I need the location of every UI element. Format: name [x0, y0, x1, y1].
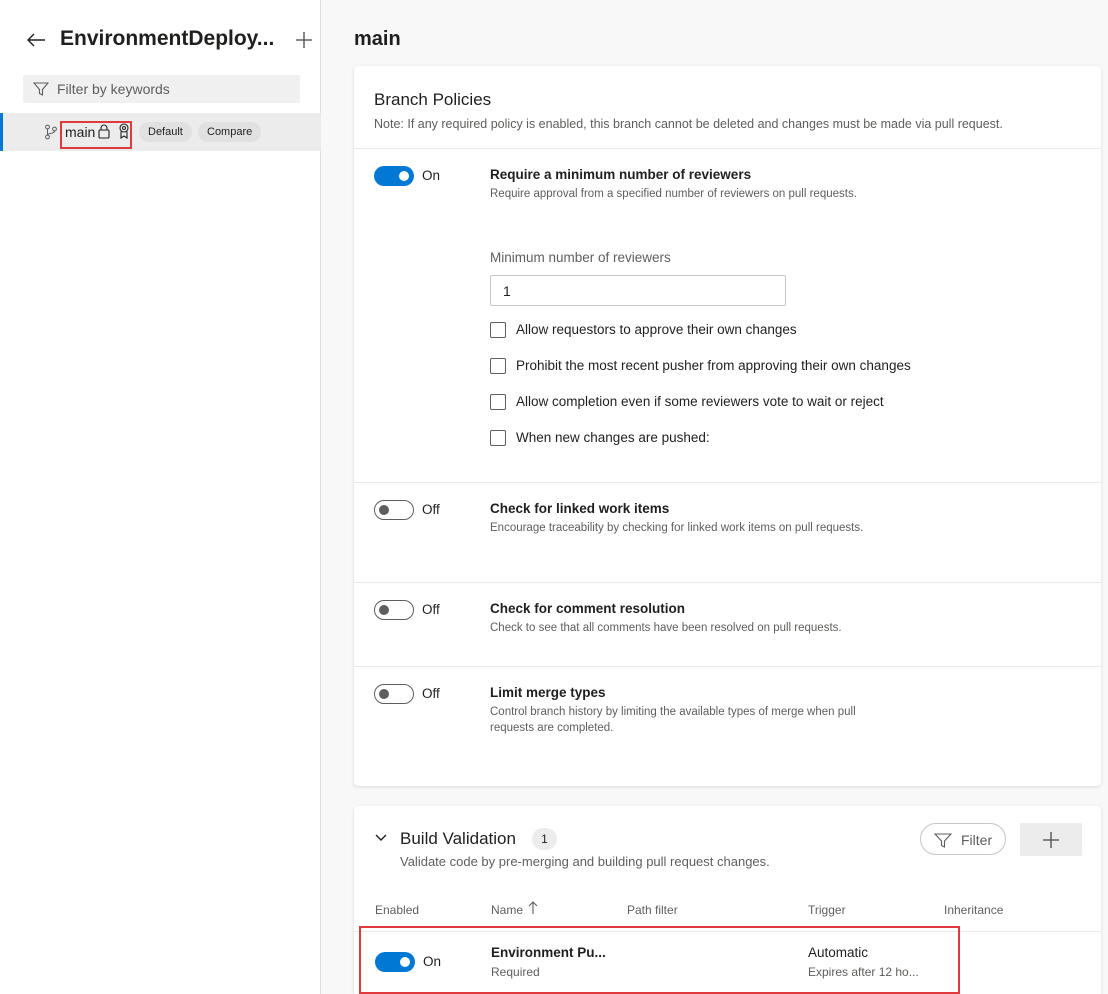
branch-item-main[interactable]: main Default Compare [0, 113, 321, 151]
policy-description: Control branch history by limiting the a… [490, 706, 856, 734]
checkbox-label: Allow completion even if some reviewers … [516, 394, 884, 409]
build-policy-requirement: Required [491, 965, 540, 979]
checkbox[interactable] [490, 394, 506, 410]
checkbox-label: Allow requestors to approve their own ch… [516, 322, 797, 337]
divider [354, 582, 1101, 583]
toggle-state: Off [422, 686, 440, 701]
column-header-enabled: Enabled [375, 903, 420, 917]
column-header-trigger: Trigger [808, 903, 846, 917]
policy-title: Limit merge types [490, 685, 606, 700]
divider [354, 666, 1101, 667]
plus-icon [296, 32, 312, 48]
divider [354, 148, 1101, 149]
lock-icon [98, 124, 110, 139]
policy-description: Encourage traceability by checking for l… [490, 522, 864, 534]
chevron-down-icon[interactable] [374, 833, 388, 843]
build-policy-trigger: Automatic [808, 945, 869, 960]
arrow-up-icon [528, 901, 538, 914]
policy-badge-icon [119, 123, 129, 139]
page-title: main [354, 28, 401, 50]
toggle-state: On [422, 168, 441, 183]
branch-policies-card: Branch Policies Note: If any required po… [354, 66, 1101, 786]
column-header-inheritance: Inheritance [944, 903, 1004, 917]
checkbox-label: Prohibit the most recent pusher from app… [516, 358, 911, 373]
policy-title: Check for linked work items [490, 501, 670, 516]
column-header-path-filter: Path filter [627, 903, 678, 917]
sidebar-header: EnvironmentDeploy... [0, 0, 321, 78]
toggle-state: On [423, 954, 442, 969]
checkbox[interactable] [490, 430, 506, 446]
section-title: Build Validation [400, 829, 516, 848]
policy-description: Require approval from a specified number… [490, 188, 857, 200]
build-validation-card: Build Validation 1 Validate code by pre-… [354, 806, 1101, 994]
section-title: Branch Policies [374, 90, 492, 109]
divider [354, 482, 1101, 483]
section-description: Validate code by pre-merging and buildin… [400, 854, 770, 869]
build-policy-toggle[interactable] [375, 952, 415, 972]
default-badge: Default [139, 122, 192, 142]
toggle-state: Off [422, 502, 440, 517]
min-reviewers-input[interactable] [490, 275, 786, 306]
compare-button[interactable]: Compare [198, 122, 262, 142]
limit-merge-types-toggle[interactable] [374, 684, 414, 704]
build-policy-name[interactable]: Environment Pu... [491, 945, 606, 960]
checkbox[interactable] [490, 322, 506, 338]
linked-work-items-toggle[interactable] [374, 500, 414, 520]
column-header-name[interactable]: Name [491, 903, 523, 917]
policy-description: Check to see that all comments have been… [490, 622, 842, 634]
back-button[interactable] [22, 26, 50, 54]
git-branch-icon [45, 124, 57, 140]
count-badge: 1 [532, 828, 557, 850]
filter-button[interactable]: Filter [920, 823, 1006, 855]
repo-title: EnvironmentDeploy... [60, 27, 275, 50]
plus-icon [1043, 831, 1059, 848]
filter-input[interactable] [57, 75, 292, 103]
add-build-policy-button[interactable] [1020, 823, 1082, 856]
arrow-left-icon [27, 33, 45, 47]
filter-label: Filter [961, 832, 993, 848]
policy-note: Note: If any required policy is enabled,… [374, 117, 1003, 131]
min-reviewers-toggle[interactable] [374, 166, 414, 186]
sidebar: EnvironmentDeploy... main Defa [0, 0, 321, 994]
policy-title: Require a minimum number of reviewers [490, 167, 752, 182]
table-row[interactable]: On Environment Pu... Required Automatic … [354, 932, 1101, 994]
branch-filter[interactable] [23, 75, 300, 103]
toggle-state: Off [422, 602, 440, 617]
comment-resolution-toggle[interactable] [374, 600, 414, 620]
filter-icon [33, 82, 49, 96]
branch-name: main [65, 124, 96, 140]
filter-icon [934, 833, 952, 848]
checkbox[interactable] [490, 358, 506, 374]
new-branch-button[interactable] [290, 26, 318, 54]
policy-title: Check for comment resolution [490, 601, 686, 616]
min-reviewers-label: Minimum number of reviewers [490, 250, 671, 265]
checkbox-label: When new changes are pushed: [516, 430, 710, 445]
build-policy-expiry: Expires after 12 ho... [808, 965, 919, 979]
